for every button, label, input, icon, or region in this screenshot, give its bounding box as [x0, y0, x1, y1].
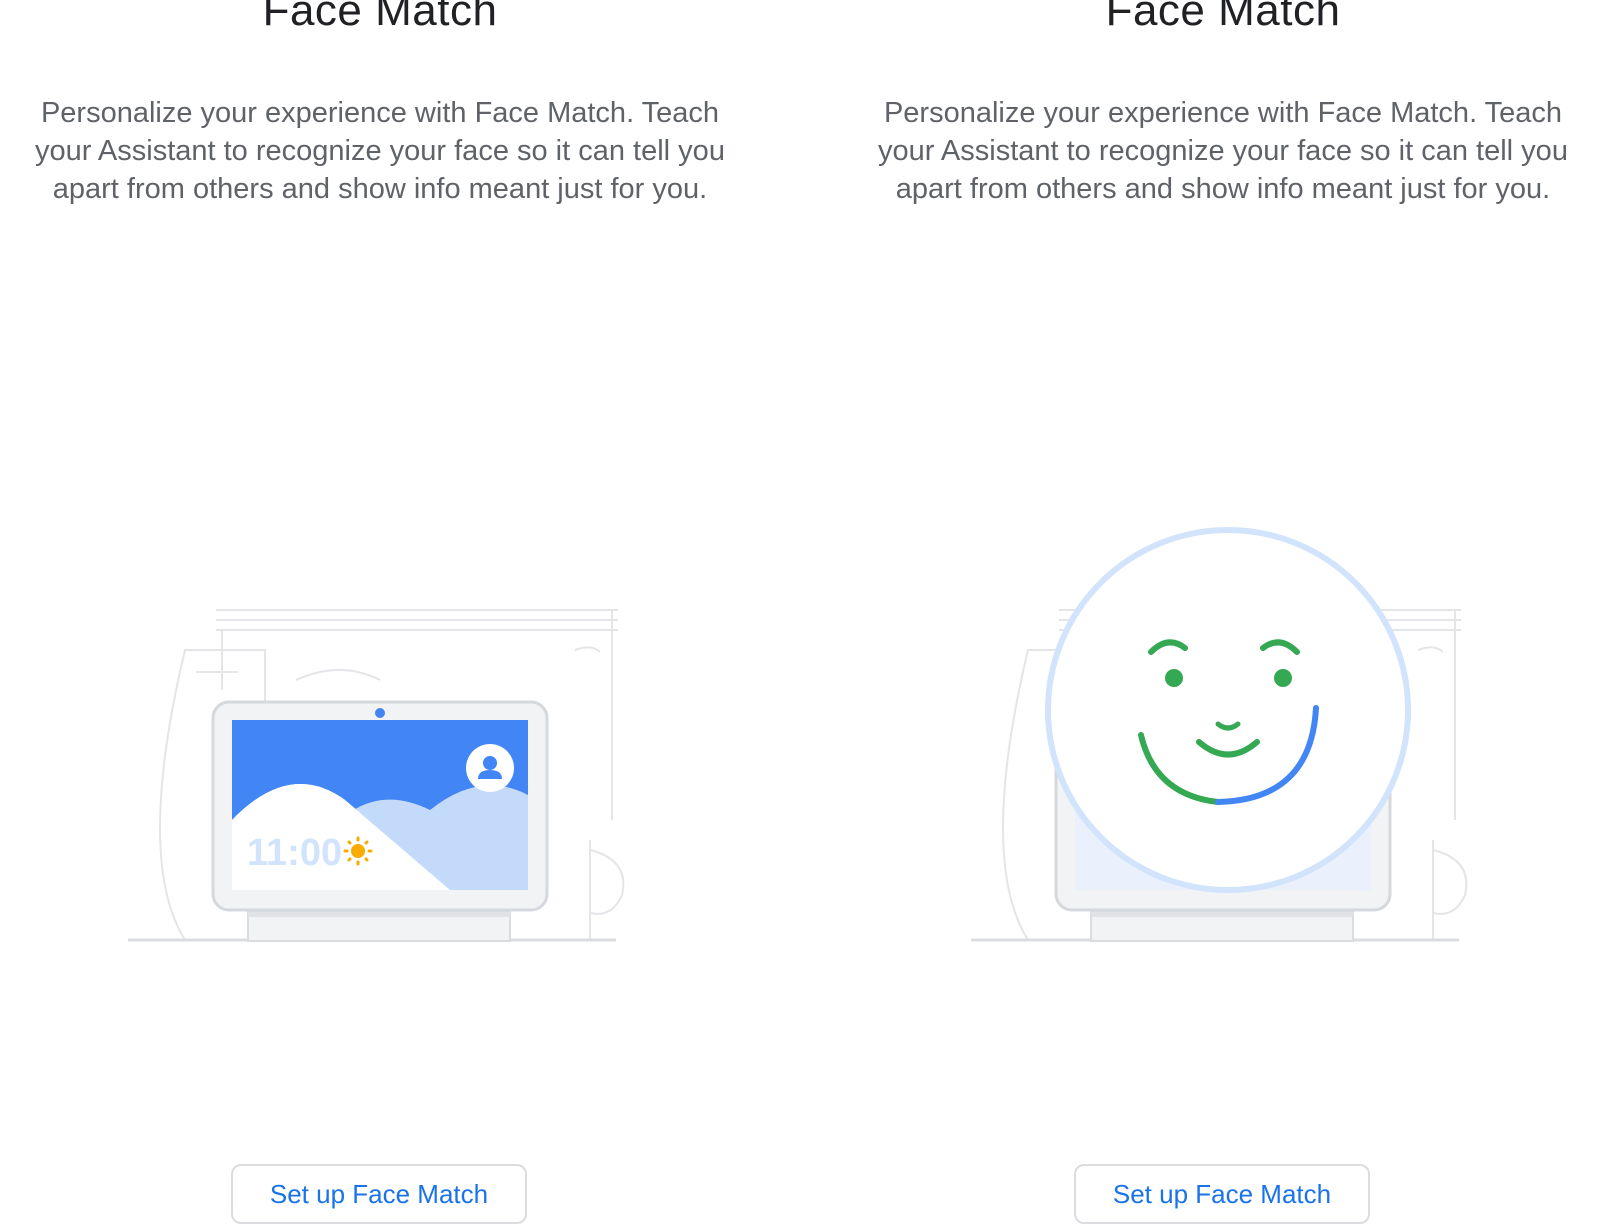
setup-face-match-button[interactable]: Set up Face Match: [231, 1164, 527, 1224]
nest-hub-illustration: 11:00: [128, 609, 625, 942]
face-match-panel-right: Face Match Personalize your experience w…: [843, 0, 1600, 1224]
page-title: Face Match: [1105, 0, 1341, 35]
person-avatar-icon: [466, 744, 514, 792]
page-title: Face Match: [262, 0, 498, 35]
face-match-illustration: [971, 527, 1468, 942]
camera-dot: [375, 708, 385, 718]
face-match-description: Personalize your experience with Face Ma…: [878, 97, 1568, 205]
setup-face-match-button[interactable]: Set up Face Match: [1074, 1164, 1370, 1224]
clock-text: 11:00: [247, 832, 342, 874]
face-match-panel-left: Face Match Personalize your experience w…: [0, 0, 760, 1224]
smiley-face-icon: [1045, 527, 1411, 893]
face-match-description: Personalize your experience with Face Ma…: [35, 97, 725, 205]
